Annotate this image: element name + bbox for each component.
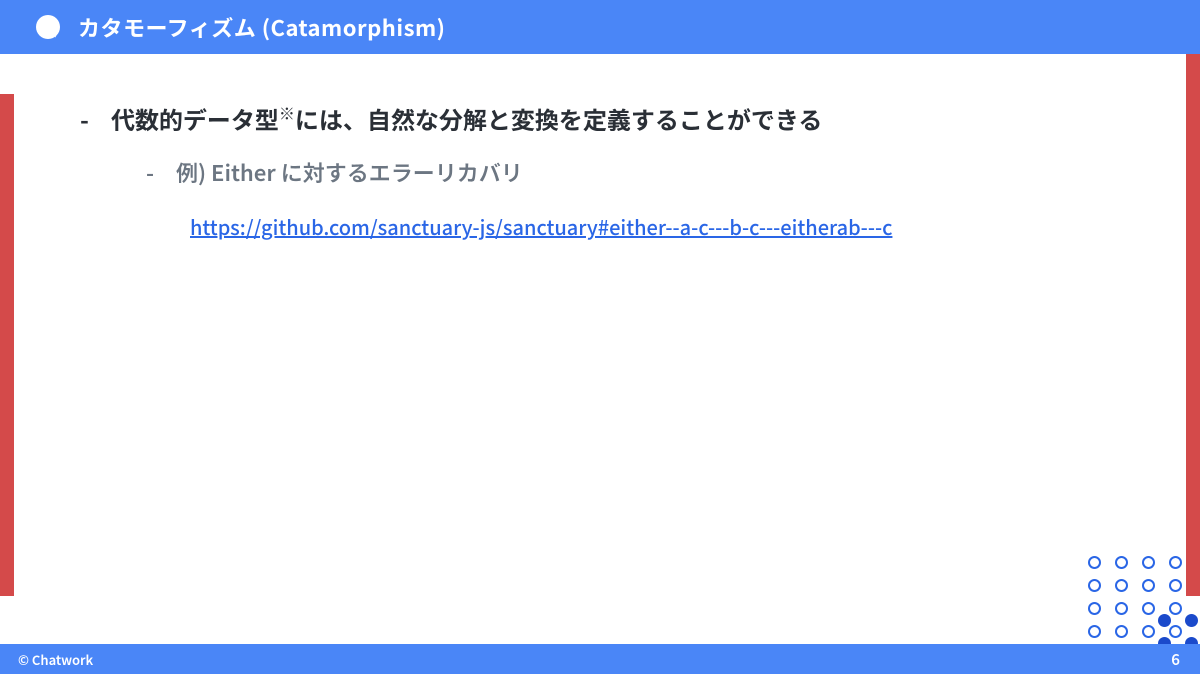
slide-header: カタモーフィズム (Catamorphism) — [0, 0, 1200, 54]
slide-footer: © Chatwork 6 — [0, 644, 1200, 674]
bullet-dash: - — [80, 100, 89, 138]
main-bullet-text: 代数的データ型※には、自然な分解と変換を定義することができる — [111, 100, 823, 138]
main-bullet-post: には、自然な分解と変換を定義することができる — [295, 101, 823, 136]
slide: カタモーフィズム (Catamorphism) - 代数的データ型※には、自然な… — [0, 0, 1200, 674]
accent-bar-right — [1186, 54, 1200, 596]
page-number: 6 — [1171, 649, 1180, 670]
chat-bubble-icon — [36, 15, 60, 39]
link-row: https://github.com/sanctuary-js/sanctuar… — [190, 212, 1160, 241]
slide-title: カタモーフィズム (Catamorphism) — [78, 11, 446, 43]
main-bullet: - 代数的データ型※には、自然な分解と変換を定義することができる — [80, 100, 1160, 138]
sub-bullet-text: 例) Either に対するエラーリカバリ — [176, 156, 523, 188]
sub-bullet-dash: - — [146, 156, 154, 188]
sub-bullet: - 例) Either に対するエラーリカバリ — [146, 156, 1160, 188]
main-bullet-pre: 代数的データ型 — [111, 101, 279, 136]
slide-content: - 代数的データ型※には、自然な分解と変換を定義することができる - 例) Ei… — [80, 100, 1160, 241]
accent-bar-left — [0, 94, 14, 596]
reference-link[interactable]: https://github.com/sanctuary-js/sanctuar… — [190, 212, 892, 241]
superscript-note: ※ — [279, 101, 295, 125]
copyright-text: © Chatwork — [18, 650, 93, 669]
